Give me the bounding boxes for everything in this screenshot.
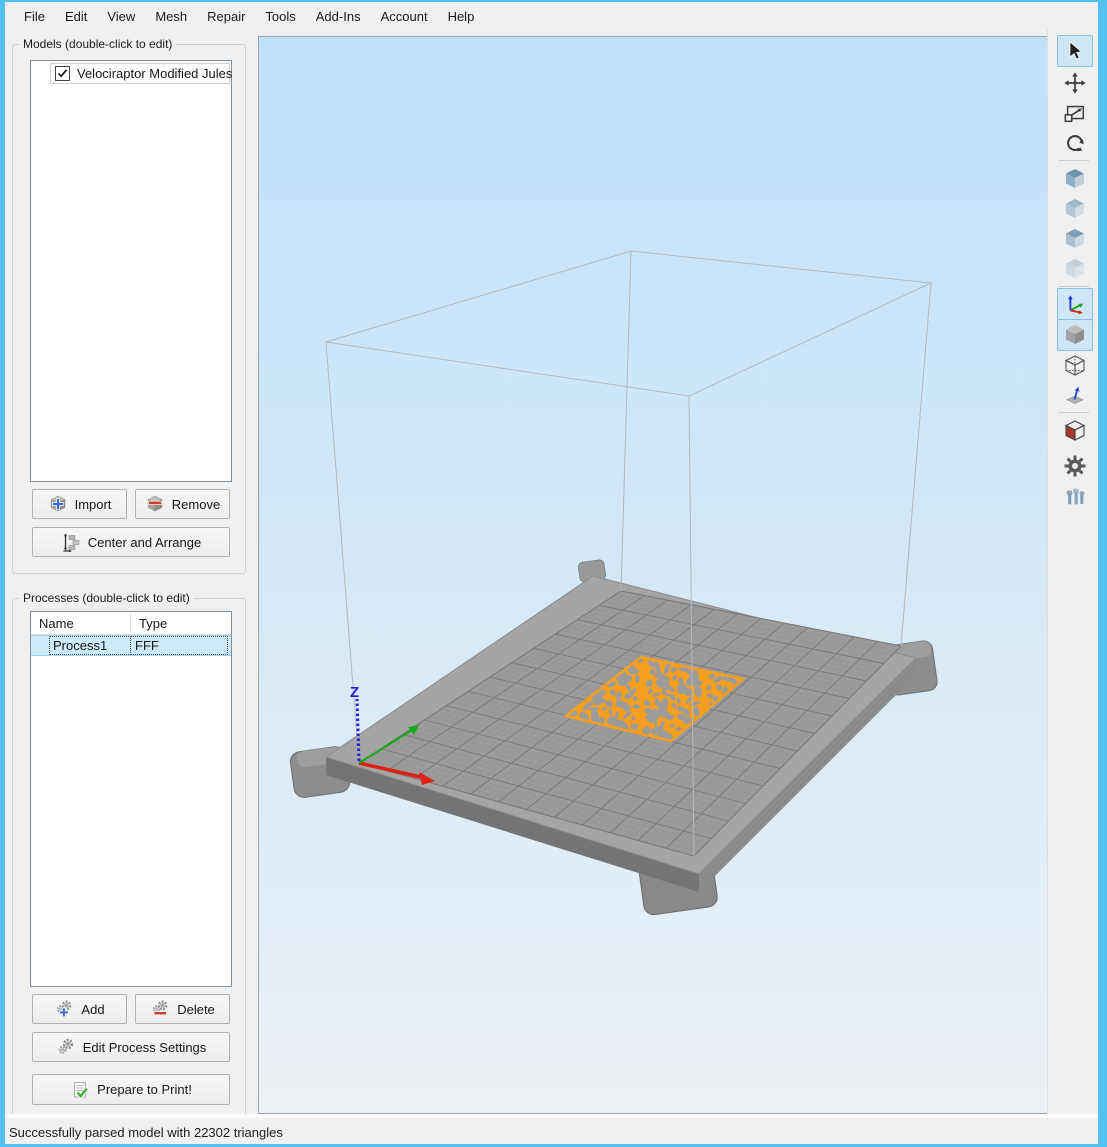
view-cube-default-icon xyxy=(1062,166,1088,192)
processes-group-title: Processes (double-click to edit) xyxy=(19,591,194,605)
scale-tool-button[interactable] xyxy=(1057,97,1093,129)
center-and-arrange-button[interactable]: Center and Arrange xyxy=(32,527,230,557)
support-generation-button[interactable] xyxy=(1057,480,1093,512)
add-process-button[interactable]: Add xyxy=(32,994,127,1024)
wireframe-cube-icon xyxy=(1062,353,1088,379)
prepare-print-icon xyxy=(70,1080,90,1100)
move-icon xyxy=(1063,71,1087,95)
remove-button-label: Remove xyxy=(172,497,220,512)
prepare-to-print-label: Prepare to Print! xyxy=(97,1082,192,1097)
menu-bar: File Edit View Mesh Repair Tools Add-Ins… xyxy=(5,2,1098,30)
model-name-label: Velociraptor Modified Jules xyxy=(77,66,232,81)
model-visibility-checkbox[interactable] xyxy=(55,66,70,81)
menu-account[interactable]: Account xyxy=(371,5,438,28)
build-scene: Z xyxy=(259,37,1047,1113)
models-group-title: Models (double-click to edit) xyxy=(19,37,176,51)
edit-process-settings-label: Edit Process Settings xyxy=(83,1040,207,1055)
view-default-button[interactable] xyxy=(1057,163,1093,195)
menu-edit[interactable]: Edit xyxy=(55,5,97,28)
rotate-icon xyxy=(1063,131,1087,155)
import-button[interactable]: Import xyxy=(32,489,127,519)
gear-icon xyxy=(1062,453,1088,479)
right-toolbar xyxy=(1047,30,1099,1120)
cross-section-icon xyxy=(1062,418,1088,444)
view-front-button[interactable] xyxy=(1057,223,1093,255)
processes-table[interactable]: Name Type Process1 FFF xyxy=(30,611,232,987)
delete-gear-icon xyxy=(150,999,170,1019)
menu-file[interactable]: File xyxy=(14,5,55,28)
menu-help[interactable]: Help xyxy=(438,5,485,28)
process-name-cell[interactable]: Process1 xyxy=(50,637,130,654)
show-wireframe-button[interactable] xyxy=(1057,350,1093,382)
view-side-button[interactable] xyxy=(1057,253,1093,285)
center-arrange-button-label: Center and Arrange xyxy=(88,535,201,550)
processes-table-header: Name Type xyxy=(31,612,231,635)
model-list-item[interactable]: Velociraptor Modified Jules xyxy=(50,63,230,84)
surface-normal-icon xyxy=(1063,384,1087,408)
show-solid-button[interactable] xyxy=(1057,319,1093,351)
window-border-top xyxy=(0,0,1107,2)
view-cube-side-icon xyxy=(1062,256,1088,282)
menu-mesh[interactable]: Mesh xyxy=(145,5,197,28)
menu-addins[interactable]: Add-Ins xyxy=(306,5,371,28)
view-cube-top-icon xyxy=(1062,196,1088,222)
center-arrange-icon xyxy=(61,532,81,552)
column-header-type: Type xyxy=(131,612,229,634)
rotate-tool-button[interactable] xyxy=(1057,127,1093,159)
delete-button-label: Delete xyxy=(177,1002,215,1017)
column-header-name: Name xyxy=(31,612,130,634)
status-message: Successfully parsed model with 22302 tri… xyxy=(9,1125,283,1140)
toolbar-separator xyxy=(1059,412,1089,413)
scale-icon xyxy=(1063,101,1087,125)
process-type-cell[interactable]: FFF xyxy=(131,637,227,654)
view-top-button[interactable] xyxy=(1057,193,1093,225)
select-tool-button[interactable] xyxy=(1057,35,1093,67)
cursor-icon xyxy=(1064,40,1086,62)
window-border-right xyxy=(1098,0,1107,1147)
solid-cube-icon xyxy=(1062,322,1088,348)
add-button-label: Add xyxy=(81,1002,104,1017)
cross-section-button[interactable] xyxy=(1057,415,1093,447)
z-axis-label: Z xyxy=(350,684,359,701)
import-button-label: Import xyxy=(75,497,112,512)
remove-button[interactable]: Remove xyxy=(135,489,230,519)
toolbar-separator xyxy=(1059,160,1089,161)
translate-tool-button[interactable] xyxy=(1057,67,1093,99)
models-list[interactable]: Velociraptor Modified Jules xyxy=(30,60,232,482)
show-axes-button[interactable] xyxy=(1057,288,1093,320)
statusbar-separator xyxy=(5,1114,1098,1118)
menu-view[interactable]: View xyxy=(97,5,145,28)
axes-icon xyxy=(1063,292,1087,316)
edit-process-settings-button[interactable]: Edit Process Settings xyxy=(32,1032,230,1062)
prepare-to-print-button[interactable]: Prepare to Print! xyxy=(32,1074,230,1105)
process-row[interactable]: Process1 FFF xyxy=(31,635,231,656)
menu-tools[interactable]: Tools xyxy=(255,5,305,28)
remove-cube-icon xyxy=(145,494,165,514)
viewport-3d[interactable]: Z xyxy=(258,36,1048,1114)
window-border-left xyxy=(0,0,5,1147)
supports-icon xyxy=(1063,484,1087,508)
import-cube-icon xyxy=(48,494,68,514)
toolbar-separator xyxy=(1059,286,1089,287)
show-normals-button[interactable] xyxy=(1057,380,1093,412)
column-divider xyxy=(130,614,131,632)
machine-control-panel-button[interactable] xyxy=(1057,450,1093,482)
view-cube-front-icon xyxy=(1062,226,1088,252)
gears-icon xyxy=(56,1037,76,1057)
delete-process-button[interactable]: Delete xyxy=(135,994,230,1024)
add-gear-icon xyxy=(54,999,74,1019)
menu-repair[interactable]: Repair xyxy=(197,5,255,28)
checkmark-icon xyxy=(57,68,68,79)
status-bar: Successfully parsed model with 22302 tri… xyxy=(5,1120,1098,1144)
